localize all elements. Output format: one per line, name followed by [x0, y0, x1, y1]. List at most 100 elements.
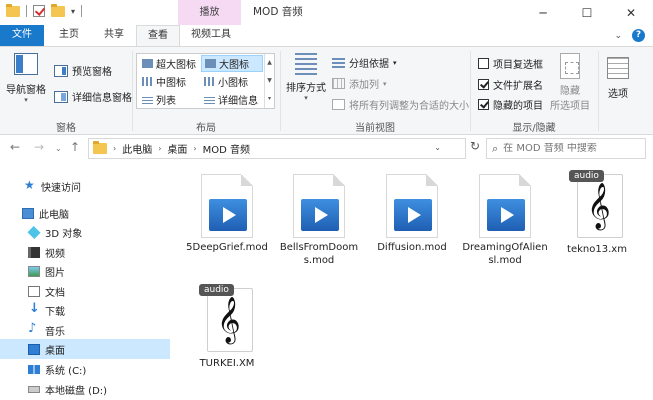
nav-item-music[interactable]: 音乐: [0, 320, 170, 340]
nav-item-label: 3D 对象: [45, 228, 83, 240]
navigation-pane-icon: [14, 53, 38, 75]
refresh-icon[interactable]: ↻: [470, 139, 480, 153]
layout-large-icons[interactable]: 大图标: [201, 55, 263, 72]
hide-selected-label-2: 所选项目: [550, 101, 590, 112]
nav-item-system-drive[interactable]: 系统 (C:): [0, 359, 170, 379]
nav-item-local-disk-d[interactable]: 本地磁盘 (D:): [0, 379, 170, 399]
options-button[interactable]: 选项: [602, 57, 634, 100]
nav-item-desktop[interactable]: 桌面: [0, 339, 170, 359]
group-by-label: 分组依据: [349, 59, 389, 70]
file-list: 5DeepGrief.mod BellsFromDooms.mod Diffus…: [176, 162, 653, 400]
address-bar[interactable]: › 此电脑 › 桌面 › MOD 音频 ⌄: [88, 138, 466, 159]
close-button[interactable]: ✕: [609, 0, 653, 25]
sort-by-button[interactable]: 排序方式 ▾: [284, 53, 328, 102]
add-columns-icon: [332, 78, 345, 89]
hidden-items-toggle[interactable]: 隐藏的项目: [478, 97, 543, 112]
system-drive-icon: [28, 364, 40, 374]
file-item-diffusion[interactable]: Diffusion.mod: [369, 174, 455, 254]
group-label-show-hide: 显示/隐藏: [512, 123, 556, 134]
chevron-right-icon[interactable]: ›: [113, 144, 116, 153]
file-item-tekno13[interactable]: audio 𝄞 tekno13.xm: [554, 170, 640, 256]
file-item-5deepgrief[interactable]: 5DeepGrief.mod: [184, 174, 270, 254]
drive-icon: [28, 385, 40, 393]
customize-qat-icon[interactable]: ▾: [71, 7, 75, 16]
nav-item-pictures[interactable]: 图片: [0, 261, 170, 281]
hide-selected-button[interactable]: 隐藏 所选项目: [549, 53, 591, 112]
new-folder-icon[interactable]: [51, 3, 65, 17]
context-tab-play[interactable]: 播放: [178, 0, 241, 25]
details-pane-button[interactable]: 详细信息窗格: [54, 89, 132, 104]
forward-arrow-icon[interactable]: →: [34, 140, 44, 154]
ribbon-tools: ⌄ ?: [614, 29, 645, 42]
audio-badge: audio: [199, 284, 234, 296]
layout-scrollbar[interactable]: ▲ ▼ ▾: [264, 54, 274, 108]
tab-video-tools[interactable]: 视频工具: [180, 25, 242, 46]
window-title: MOD 音频: [253, 6, 303, 18]
sort-by-label: 排序方式: [286, 83, 326, 94]
preview-pane-button[interactable]: 预览窗格: [54, 63, 112, 78]
recent-locations-icon[interactable]: ⌄: [55, 144, 62, 153]
mod-file-icon: [386, 174, 438, 238]
audio-file-icon: audio 𝄞: [199, 284, 255, 354]
search-box[interactable]: ⌕: [486, 138, 646, 159]
size-columns-button[interactable]: 将所有列调整为合适的大小: [332, 97, 469, 112]
file-extensions-checkbox[interactable]: [478, 79, 489, 90]
layout-label: 详细信息: [218, 96, 258, 107]
up-arrow-icon[interactable]: ↑: [70, 140, 80, 154]
hidden-items-checkbox[interactable]: [478, 99, 489, 110]
group-label-panes: 窗格: [56, 123, 76, 134]
small-icons-icon: [204, 77, 215, 86]
preview-pane-icon: [54, 64, 68, 77]
details-icon: [204, 95, 215, 104]
maximize-button[interactable]: ☐: [565, 0, 609, 25]
picture-icon: [28, 265, 40, 277]
search-input[interactable]: [503, 143, 634, 154]
layout-label: 小图标: [218, 78, 248, 89]
address-dropdown-icon[interactable]: ⌄: [434, 143, 441, 152]
back-arrow-icon[interactable]: ←: [10, 140, 20, 154]
preview-pane-label: 预览窗格: [72, 67, 112, 78]
collapse-ribbon-icon[interactable]: ⌄: [614, 31, 622, 41]
details-pane-label: 详细信息窗格: [72, 93, 132, 104]
layout-label: 列表: [156, 96, 176, 107]
breadcrumb-this-pc[interactable]: 此电脑: [122, 141, 152, 156]
item-checkboxes-toggle[interactable]: 项目复选框: [478, 56, 543, 71]
nav-item-label: 下载: [45, 306, 65, 318]
file-item-dreamingofaliens[interactable]: DreamingOfAliensl.mod: [462, 174, 548, 267]
nav-item-3d-objects[interactable]: 3D 对象: [0, 222, 170, 242]
nav-item-quick-access[interactable]: 快速访问: [0, 176, 170, 196]
nav-item-this-pc[interactable]: 此电脑: [0, 203, 170, 223]
nav-item-videos[interactable]: 视频: [0, 242, 170, 262]
chevron-right-icon[interactable]: ›: [158, 144, 161, 153]
treble-clef-icon: 𝄞: [217, 297, 241, 343]
layout-small-icons[interactable]: 小图标: [201, 73, 263, 90]
divider: [26, 5, 27, 17]
layout-extra-large-icons[interactable]: 超大图标: [139, 55, 201, 72]
minimize-button[interactable]: ─: [521, 0, 565, 25]
layout-medium-icons[interactable]: 中图标: [139, 73, 201, 90]
options-label: 选项: [608, 89, 628, 100]
add-columns-button[interactable]: 添加列 ▾: [332, 76, 387, 91]
play-icon: [301, 199, 339, 231]
breadcrumb-mod-audio[interactable]: MOD 音频: [203, 141, 250, 156]
tab-home[interactable]: 主页: [46, 25, 92, 46]
chevron-right-icon[interactable]: ›: [193, 144, 196, 153]
tab-view[interactable]: 查看: [136, 25, 180, 47]
layout-list[interactable]: 列表: [139, 91, 201, 108]
layout-details[interactable]: 详细信息: [201, 91, 263, 108]
nav-item-downloads[interactable]: 下载: [0, 300, 170, 320]
properties-icon[interactable]: [33, 5, 45, 17]
audio-file-icon: audio 𝄞: [569, 170, 625, 240]
tab-file[interactable]: 文件: [0, 25, 44, 46]
nav-item-documents[interactable]: 文档: [0, 281, 170, 301]
file-item-bellsfromdooms[interactable]: BellsFromDooms.mod: [276, 174, 362, 267]
tab-share[interactable]: 共享: [92, 25, 136, 46]
file-item-turkei[interactable]: audio 𝄞 TURKEI.XM: [184, 284, 270, 370]
navigation-pane-button[interactable]: 导航窗格 ▾: [4, 53, 48, 104]
help-icon[interactable]: ?: [632, 29, 645, 42]
group-by-button[interactable]: 分组依据 ▾: [332, 55, 397, 70]
breadcrumb-desktop[interactable]: 桌面: [167, 141, 187, 156]
file-extensions-toggle[interactable]: 文件扩展名: [478, 77, 543, 92]
item-checkboxes-checkbox[interactable]: [478, 58, 489, 69]
medium-icons-icon: [142, 77, 153, 86]
